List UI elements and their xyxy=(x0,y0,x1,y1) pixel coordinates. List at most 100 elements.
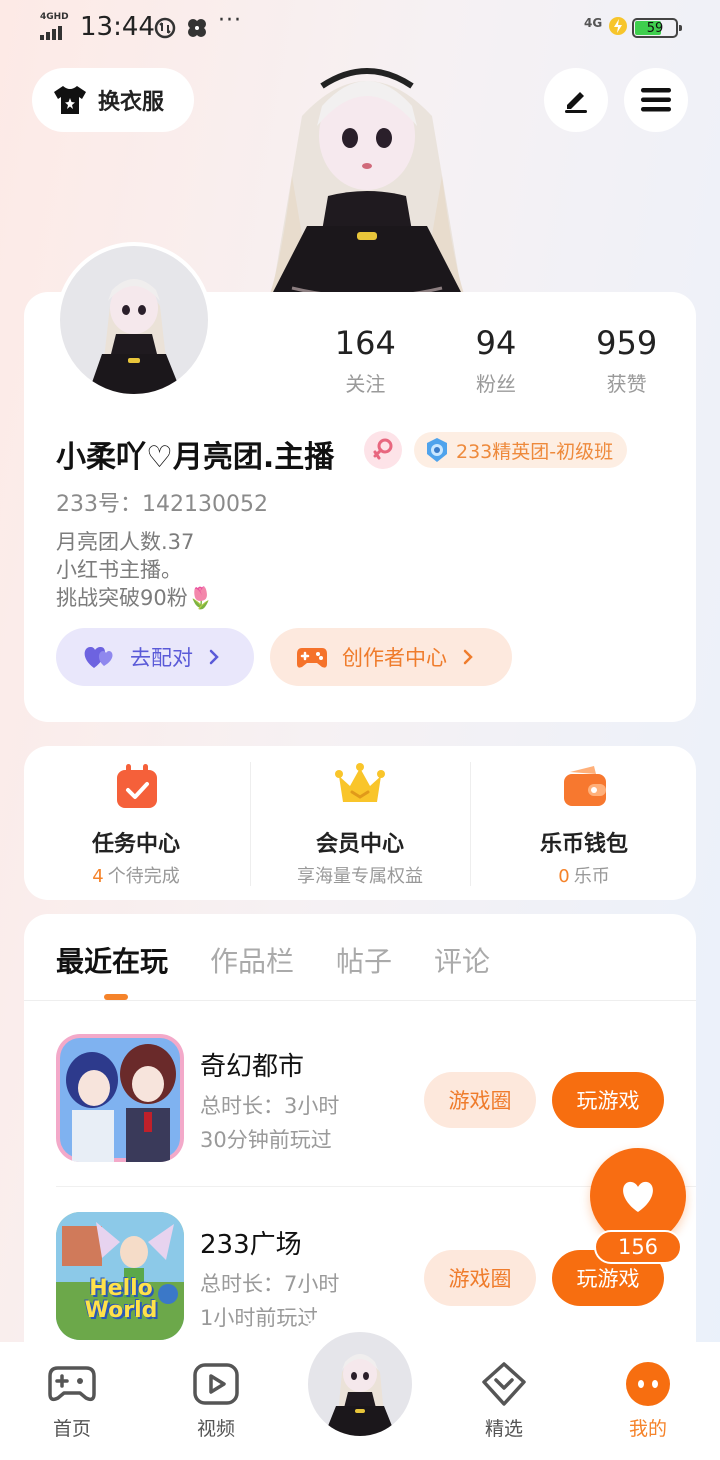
quick-title: 任务中心 xyxy=(91,832,180,857)
divider xyxy=(470,762,471,886)
game-item[interactable]: 奇幻都市 总时长：3小时 30分钟前玩过 游戏圈 玩游戏 xyxy=(56,1034,676,1164)
gamepad-icon xyxy=(48,1366,96,1402)
pending-count: 4 xyxy=(92,866,104,887)
female-icon xyxy=(364,431,402,469)
stat-fans[interactable]: 94 粉丝 xyxy=(431,324,562,397)
wallet-button[interactable]: 乐币钱包 0 乐币 xyxy=(472,746,696,900)
badge-icon xyxy=(427,438,447,462)
profile-avatar[interactable] xyxy=(56,242,212,398)
nav-label: 我的 xyxy=(628,1418,667,1440)
team-badge-label: 233精英团-初级班 xyxy=(456,440,614,463)
signal-icon: 4GHD xyxy=(40,12,72,40)
stat-label: 粉丝 xyxy=(476,372,516,396)
profile-stats: 164 关注 94 粉丝 959 获赞 xyxy=(300,324,692,397)
change-outfit-label: 换衣服 xyxy=(98,90,165,115)
game-circle-button[interactable]: 游戏圈 xyxy=(424,1072,536,1128)
charging-icon xyxy=(609,17,627,35)
coin-count: 0 xyxy=(558,866,570,887)
quick-subtitle-text: 乐币 xyxy=(573,866,610,887)
bio-line: 挑战突破90粉🌷 xyxy=(56,586,214,610)
game-last-played: 1小时前玩过 xyxy=(200,1306,319,1330)
nav-video[interactable]: 视频 xyxy=(144,1342,288,1460)
game-name: 233广场 xyxy=(200,1230,302,1260)
play-game-button[interactable]: 玩游戏 xyxy=(552,1072,664,1128)
nickname: 小柔吖♡月亮团.主播 xyxy=(56,440,335,475)
stat-label: 关注 xyxy=(345,372,386,396)
chevron-right-icon xyxy=(209,649,219,665)
nav-label: 视频 xyxy=(196,1418,235,1440)
tab-comments[interactable]: 评论 xyxy=(434,940,490,980)
game-icon-text: Hello World xyxy=(84,1276,158,1323)
divider xyxy=(24,1000,696,1001)
tab-works[interactable]: 作品栏 xyxy=(210,940,294,980)
member-center-button[interactable]: 会员中心 享海量专属权益 xyxy=(248,746,472,900)
game-duration: 总时长：3小时 xyxy=(200,1094,340,1118)
status-bar: 4GHD 13:44 ··· 4G 59 xyxy=(0,0,720,56)
stat-label: 获赞 xyxy=(606,372,647,396)
hearts-icon xyxy=(84,646,113,668)
avatar-character[interactable] xyxy=(262,56,472,294)
creator-center-button[interactable]: 创作者中心 xyxy=(270,628,512,686)
quick-menu: 任务中心 4 个待完成 会员中心 享海量专属权益 乐币钱包 0 乐币 xyxy=(24,746,696,900)
edit-profile-button[interactable] xyxy=(544,68,608,132)
nav-mine[interactable]: 我的 xyxy=(576,1342,720,1460)
quick-title: 乐币钱包 xyxy=(539,832,628,857)
wallet-icon xyxy=(564,766,606,806)
stat-likes[interactable]: 959 获赞 xyxy=(561,324,692,397)
creator-center-label: 创作者中心 xyxy=(342,646,447,670)
cell-type: 4G xyxy=(584,16,603,30)
stat-number: 959 xyxy=(596,324,658,362)
stat-number: 94 xyxy=(475,324,517,362)
network-type: 4GHD xyxy=(40,12,69,22)
game-icon[interactable] xyxy=(56,1034,184,1162)
crown-icon xyxy=(335,763,385,802)
gamepad-icon xyxy=(297,648,327,668)
calendar-check-icon xyxy=(117,764,157,808)
like-count: 156 xyxy=(594,1230,682,1264)
bio-line: 月亮团人数.37 xyxy=(56,530,195,554)
stat-number: 164 xyxy=(334,324,396,362)
nav-label: 精选 xyxy=(484,1418,523,1440)
menu-icon xyxy=(641,88,671,112)
data-saver-icon xyxy=(154,17,176,39)
game-circle-button[interactable]: 游戏圈 xyxy=(424,1250,536,1306)
battery-icon: 59 xyxy=(632,18,682,38)
avatar-thumbnail xyxy=(324,1354,396,1436)
user-id[interactable]: 233号：142130052 xyxy=(56,486,268,518)
stat-following[interactable]: 164 关注 xyxy=(300,324,431,397)
tab-posts[interactable]: 帖子 xyxy=(336,940,392,980)
tshirt-icon xyxy=(54,86,86,114)
match-label: 去配对 xyxy=(130,646,193,670)
team-badge[interactable]: 233精英团-初级班 xyxy=(414,432,628,468)
bio: 月亮团人数.37 小红书主播。 挑战突破90粉🌷 xyxy=(56,528,214,612)
nav-avatar-button[interactable] xyxy=(304,1328,416,1440)
menu-button[interactable] xyxy=(624,68,688,132)
fan-icon xyxy=(188,19,206,37)
battery-level: 59 xyxy=(646,21,664,36)
game-duration: 总时长：7小时 xyxy=(200,1272,340,1296)
quick-title: 会员中心 xyxy=(315,832,404,857)
clock: 13:44 xyxy=(80,12,155,42)
match-button[interactable]: 去配对 xyxy=(56,628,254,686)
profile-face-icon xyxy=(626,1362,670,1406)
nav-featured[interactable]: 精选 xyxy=(432,1342,576,1460)
quick-subtitle-text: 个待完成 xyxy=(107,866,180,887)
game-name: 奇幻都市 xyxy=(200,1052,305,1082)
content-tabs: 最近在玩 作品栏 帖子 评论 xyxy=(56,940,490,980)
play-icon xyxy=(193,1363,239,1405)
nav-home[interactable]: 首页 xyxy=(0,1342,144,1460)
quick-subtitle-text: 享海量专属权益 xyxy=(297,866,423,887)
bio-line: 小红书主播。 xyxy=(56,558,182,582)
tab-recent[interactable]: 最近在玩 xyxy=(56,940,168,980)
game-icon[interactable]: Hello World xyxy=(56,1212,184,1340)
quick-subtitle: 享海量专属权益 xyxy=(248,862,472,888)
quick-subtitle: 0 乐币 xyxy=(472,862,696,888)
diamond-heart-icon xyxy=(482,1362,526,1406)
chevron-right-icon xyxy=(463,649,473,665)
task-center-button[interactable]: 任务中心 4 个待完成 xyxy=(24,746,248,900)
game-last-played: 30分钟前玩过 xyxy=(200,1128,332,1152)
nav-label: 首页 xyxy=(52,1418,91,1440)
heart-icon xyxy=(623,1181,653,1212)
change-outfit-button[interactable]: 换衣服 xyxy=(32,68,194,132)
edit-icon xyxy=(565,92,587,113)
